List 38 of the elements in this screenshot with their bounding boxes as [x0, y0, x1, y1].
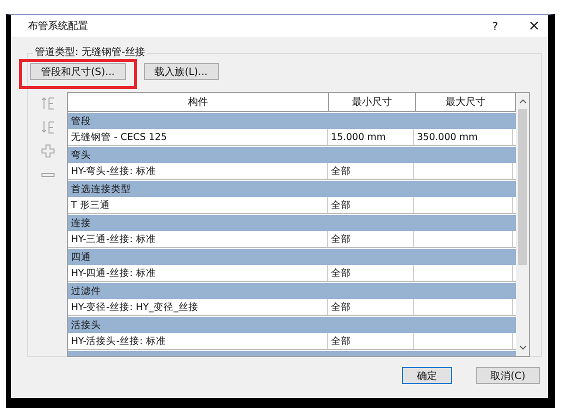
column-header[interactable]: 最小尺寸 — [329, 93, 416, 111]
window-title: 布管系统配置 — [28, 20, 89, 33]
group-header: 四通 — [70, 250, 91, 264]
group-header: 管段 — [70, 114, 91, 128]
move-down-icon[interactable] — [40, 120, 54, 134]
move-up-icon[interactable] — [40, 96, 54, 110]
help-button[interactable]: ? — [492, 20, 506, 32]
scroll-down-icon[interactable] — [518, 345, 526, 351]
group-header: 活接头 — [70, 318, 101, 332]
table-cell[interactable]: HY-三通-丝接: 标准 — [68, 231, 328, 247]
table-cell[interactable]: 全部 — [328, 197, 414, 213]
toolbar-button[interactable]: 管段和尺寸(S)... — [30, 63, 126, 80]
table-cell[interactable]: 全部 — [328, 299, 414, 315]
table-cell[interactable]: 15.000 mm — [328, 129, 414, 145]
scroll-up-icon[interactable] — [518, 98, 526, 104]
table-cell[interactable]: 全部 — [328, 231, 414, 247]
group-header: 弯头 — [70, 148, 91, 162]
table-cell[interactable]: 全部 — [328, 333, 414, 349]
close-button[interactable]: × — [528, 18, 540, 34]
table-cell[interactable]: 全部 — [328, 163, 414, 179]
group-header: 过滤件 — [70, 284, 101, 298]
table-cell[interactable]: T 形三通 — [68, 197, 328, 213]
table-cell[interactable]: HY-弯头-丝接: 标准 — [68, 163, 328, 179]
dialog-button[interactable]: 取消(C) — [476, 367, 540, 384]
dialog-button[interactable]: 确定 — [402, 367, 452, 384]
table-cell[interactable]: 无缝钢管 - CECS 125 — [68, 129, 328, 145]
table-cell[interactable]: HY-四通-丝接: 标准 — [68, 265, 328, 281]
table-cell[interactable]: 全部 — [328, 265, 414, 281]
group-header: 首选连接类型 — [70, 182, 131, 196]
pipe-type-label: 管道类型: 无缝钢管-丝接 — [33, 45, 148, 59]
group-header: 连接 — [70, 216, 91, 230]
scrollbar[interactable] — [516, 93, 529, 356]
table-cell[interactable]: 350.000 mm — [414, 129, 513, 145]
table-cell[interactable]: HY-变径-丝接: HY_变径_丝接 — [68, 299, 328, 315]
plus-icon[interactable] — [40, 144, 54, 158]
table-cell[interactable]: HY-活接头-丝接: 标准 — [68, 333, 328, 349]
column-header[interactable]: 构件 — [68, 93, 329, 111]
toolbar-button[interactable]: 载入族(L)... — [144, 63, 219, 80]
